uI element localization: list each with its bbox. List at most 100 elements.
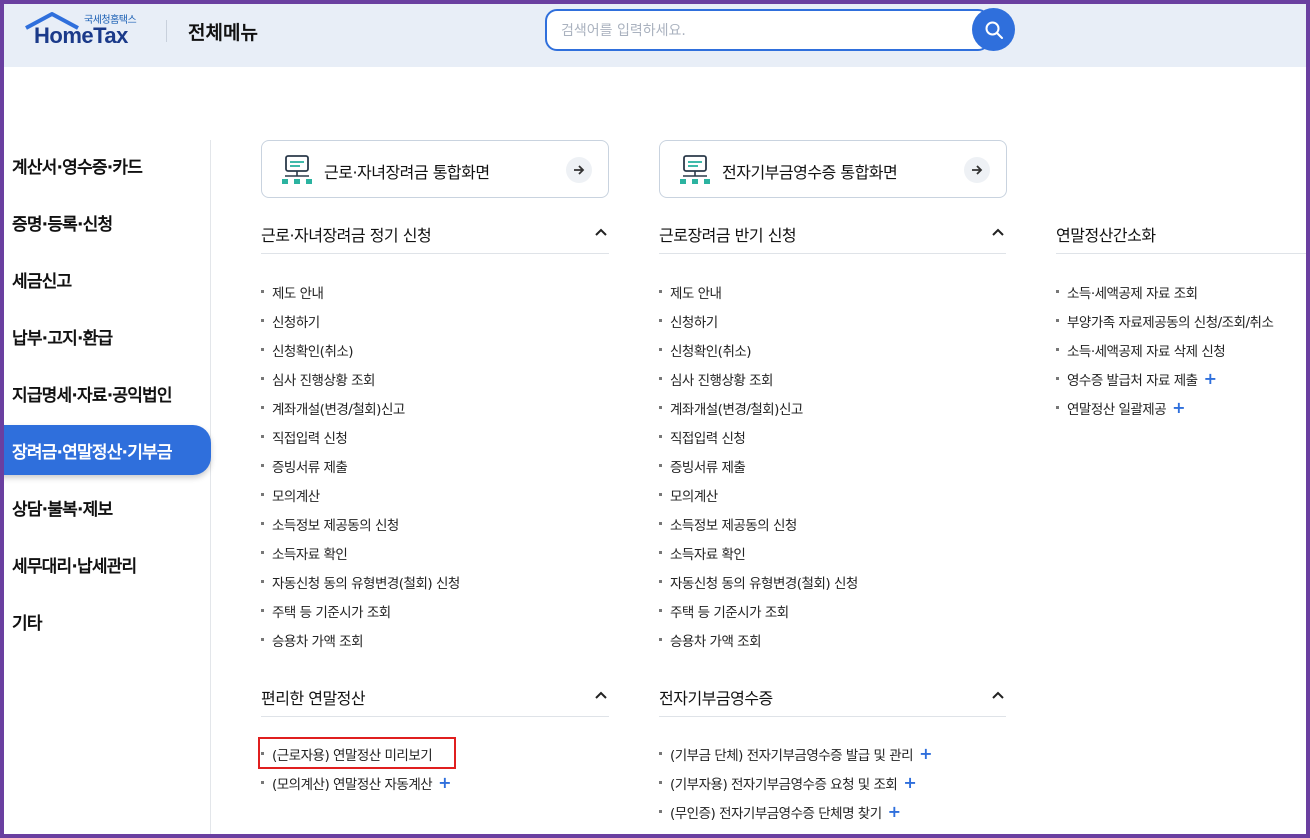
list-item[interactable]: 영수증 발급처 자료 제출 + [1056, 364, 1273, 393]
list-item[interactable]: 소득자료 확인 [261, 538, 460, 567]
link-text: 소득자료 확인 [272, 546, 348, 563]
list-item[interactable]: 소득·세액공제 자료 삭제 신청 [1056, 335, 1273, 364]
list-item[interactable]: 신청확인(취소) [659, 335, 858, 364]
link-text: 모의계산 [272, 488, 320, 505]
bullet [659, 406, 662, 409]
list-item[interactable]: 모의계산 [659, 480, 858, 509]
link-text: 승용차 가액 조회 [272, 633, 364, 650]
link-text: 계좌개설(변경/철회)신고 [670, 401, 803, 418]
list-item[interactable]: 제도 안내 [659, 277, 858, 306]
list-item[interactable]: (무인증) 전자기부금영수증 단체명 찾기 + [659, 797, 932, 826]
section-header-easy-settlement[interactable]: 편리한 연말정산 [261, 677, 609, 717]
list-item[interactable]: 증빙서류 제출 [659, 451, 858, 480]
list-item[interactable]: 자동신청 동의 유형변경(철회) 신청 [659, 567, 858, 596]
section-header-e-donation[interactable]: 전자기부금영수증 [659, 677, 1006, 717]
sidebar-item-tax-return[interactable]: 세금신고 [0, 254, 211, 304]
sidebar-item-statement[interactable]: 지급명세·자료·공익법인 [0, 368, 211, 418]
section-header-incentive-half[interactable]: 근로장려금 반기 신청 [659, 214, 1006, 254]
bullet [659, 348, 662, 351]
plus-icon[interactable]: + [1204, 369, 1217, 388]
list-item[interactable]: (기부자용) 전자기부금영수증 요청 및 조회 + [659, 768, 932, 797]
link-text: 신청하기 [670, 314, 718, 331]
link-text: 직접입력 신청 [272, 430, 348, 447]
list-item[interactable]: 직접입력 신청 [261, 422, 460, 451]
list-item[interactable]: 주택 등 기준시가 조회 [659, 596, 858, 625]
list-item[interactable]: 증빙서류 제출 [261, 451, 460, 480]
link-text: (기부자용) 전자기부금영수증 요청 및 조회 [670, 776, 898, 793]
search-box [545, 9, 990, 51]
list-item[interactable]: 부양가족 자료제공동의 신청/조회/취소 [1056, 306, 1274, 335]
list-item[interactable]: 주택 등 기준시가 조회 [261, 596, 460, 625]
plus-icon[interactable]: + [903, 773, 916, 792]
sidebar-item-payment[interactable]: 납부·고지·환급 [0, 311, 211, 361]
list-item[interactable]: 계좌개설(변경/철회)신고 [261, 393, 460, 422]
section-title: 편리한 연말정산 [261, 689, 366, 708]
plus-icon[interactable]: + [438, 773, 451, 792]
list-item[interactable]: 직접입력 신청 [659, 422, 858, 451]
bullet [659, 810, 662, 813]
card-label: 전자기부금영수증 통합화면 [722, 163, 898, 182]
list-item[interactable]: 자동신청 동의 유형변경(철회) 신청 [261, 567, 460, 596]
sidebar-item-certificate[interactable]: 증명·등록·신청 [0, 197, 211, 247]
chevron-up-icon[interactable] [990, 687, 1006, 703]
sidebar-item-incentive[interactable]: 장려금·연말정산·기부금 [0, 425, 211, 475]
bullet [261, 319, 264, 322]
list-item[interactable]: 승용차 가액 조회 [659, 625, 858, 654]
list-item[interactable]: 연말정산 일괄제공 + [1056, 393, 1273, 422]
highlight-box [258, 737, 456, 769]
list-item[interactable]: 신청하기 [659, 306, 858, 335]
link-text: 영수증 발급처 자료 제출 [1067, 372, 1198, 389]
bullet [261, 493, 264, 496]
list-item[interactable]: 심사 진행상황 조회 [659, 364, 858, 393]
header-bar: 국세청홈택스 HomeTax 전체메뉴 [0, 0, 1310, 67]
card-donation-dashboard[interactable]: 전자기부금영수증 통합화면 [659, 140, 1007, 198]
list-item[interactable]: 모의계산 [261, 480, 460, 509]
plus-icon[interactable]: + [1172, 398, 1185, 417]
list-item[interactable]: 소득정보 제공동의 신청 [659, 509, 858, 538]
list-item[interactable]: 제도 안내 [261, 277, 460, 306]
list-item[interactable]: 소득자료 확인 [659, 538, 858, 567]
bullet [261, 464, 264, 467]
bullet [659, 290, 662, 293]
chevron-up-icon[interactable] [990, 224, 1006, 240]
bullet [261, 522, 264, 525]
bullet [261, 290, 264, 293]
list-item[interactable]: 신청하기 [261, 306, 460, 335]
monitor-network-icon [282, 155, 312, 184]
plus-icon[interactable]: + [919, 744, 932, 763]
link-text: 자동신청 동의 유형변경(철회) 신청 [272, 575, 460, 592]
list-item[interactable]: 신청확인(취소) [261, 335, 460, 364]
link-text: 주택 등 기준시가 조회 [272, 604, 391, 621]
bullet [1056, 406, 1059, 409]
list-item[interactable]: (기부금 단체) 전자기부금영수증 발급 및 관리 + [659, 739, 932, 768]
bullet [1056, 290, 1059, 293]
list-item[interactable]: 계좌개설(변경/철회)신고 [659, 393, 858, 422]
search-button[interactable] [972, 8, 1015, 51]
chevron-up-icon[interactable] [593, 687, 609, 703]
chevron-up-icon[interactable] [593, 224, 609, 240]
search-input[interactable] [561, 20, 941, 42]
link-text: 제도 안내 [670, 285, 722, 302]
list-item[interactable]: 소득·세액공제 자료 조회 [1056, 277, 1273, 306]
list-item[interactable]: (모의계산) 연말정산 자동계산 + [261, 768, 452, 797]
section-title: 근로장려금 반기 신청 [659, 226, 797, 245]
bullet [659, 580, 662, 583]
hometax-logo[interactable]: 국세청홈택스 HomeTax [24, 8, 154, 54]
list-item[interactable]: 승용차 가액 조회 [261, 625, 460, 654]
bullet [659, 522, 662, 525]
list-item[interactable]: 심사 진행상황 조회 [261, 364, 460, 393]
link-text: 신청확인(취소) [670, 343, 752, 360]
card-incentive-dashboard[interactable]: 근로·자녀장려금 통합화면 [261, 140, 609, 198]
link-list-incentive-regular: 제도 안내 신청하기 신청확인(취소) 심사 진행상황 조회 계좌개설(변경/철… [261, 277, 460, 654]
sidebar-item-consult[interactable]: 상담·불복·제보 [0, 482, 211, 532]
section-header-simplified[interactable]: 연말정산간소화 [1056, 214, 1310, 254]
plus-icon[interactable]: + [888, 802, 901, 821]
bullet [659, 464, 662, 467]
link-text: (기부금 단체) 전자기부금영수증 발급 및 관리 [670, 747, 914, 764]
bullet [261, 377, 264, 380]
sidebar-item-invoice[interactable]: 계산서·영수증·카드 [0, 140, 211, 190]
sidebar-item-etc[interactable]: 기타 [0, 596, 211, 646]
sidebar-item-agent[interactable]: 세무대리·납세관리 [0, 539, 211, 589]
list-item[interactable]: 소득정보 제공동의 신청 [261, 509, 460, 538]
section-header-incentive-regular[interactable]: 근로·자녀장려금 정기 신청 [261, 214, 609, 254]
